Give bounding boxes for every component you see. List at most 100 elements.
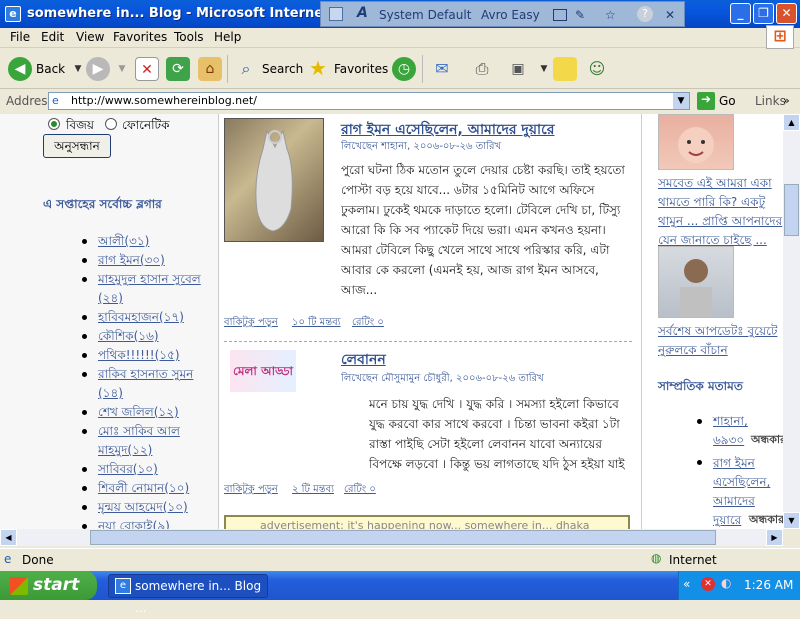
toolbar: ◀ Back ▼ ▶ ▼ ✕ ⟳ ⌂ ⌕ Search ★ Favorites … [0, 49, 800, 89]
radio-phonetic[interactable] [105, 118, 117, 130]
back-arrow-icon[interactable]: ◀ [8, 57, 32, 81]
horizontal-scrollbar[interactable]: ◀ ▶ [0, 529, 783, 546]
horizontal-scroll-thumb[interactable] [90, 530, 716, 545]
search-icon[interactable]: ⌕ [234, 57, 258, 81]
bullet [82, 429, 87, 434]
discuss-icon[interactable] [553, 57, 577, 81]
langbar-grip-icon[interactable] [329, 7, 343, 21]
language-bar: A System Default Avro Easy ✎ ☆ ? ✕ [320, 1, 685, 27]
star-icon[interactable]: ☆ [605, 8, 616, 22]
comments-1[interactable]: ১০ টি মন্তব্য [292, 315, 341, 332]
post-image-cat-pendant[interactable] [224, 118, 324, 242]
menu-favorites[interactable]: Favorites [113, 30, 167, 44]
back-label[interactable]: Back [36, 62, 65, 76]
start-button[interactable]: start [0, 571, 97, 600]
bullet [82, 353, 87, 358]
home-icon[interactable]: ⌂ [198, 57, 222, 81]
read-more-1[interactable]: বাকিটুকু পড়ুন [224, 315, 278, 332]
favorites-label[interactable]: Favorites [334, 62, 388, 76]
rating-2[interactable]: রেটিং ০ [344, 482, 376, 499]
latest-update-caption[interactable]: সর্বশেষ আপডেটঃ বুয়েটে নুরুলকে বাঁচান [658, 322, 783, 360]
rating-1[interactable]: রেটিং ০ [352, 315, 384, 332]
links-chevron-icon[interactable]: » [783, 94, 790, 107]
search-button[interactable]: অনুসন্ধান [43, 134, 111, 158]
taskbar-ie-window[interactable]: e somewhere in... Blog ... [108, 574, 268, 615]
menu-tools[interactable]: Tools [174, 30, 204, 44]
blogger-list-item: পথিক!!!!!!(১৫) [82, 346, 215, 365]
keyboard-icon[interactable]: A [357, 5, 368, 21]
go-arrow-icon[interactable]: ➜ [697, 92, 715, 110]
links-label[interactable]: Links [755, 94, 786, 108]
vertical-scrollbar[interactable]: ▲ ▼ [783, 114, 800, 529]
bullet [697, 460, 702, 465]
avro-icon[interactable]: ◐ [721, 576, 731, 590]
bullet [82, 315, 87, 320]
scroll-right-icon[interactable]: ▶ [766, 529, 783, 546]
help-icon[interactable]: ? [637, 6, 653, 22]
blogger-link[interactable]: হাবিবমহাজন(১৭) [98, 310, 184, 324]
bullet [82, 410, 87, 415]
menu-view[interactable]: View [76, 30, 104, 44]
post-author-1[interactable]: লিখেছেন শাহানা, ২০০৬-০৮-২৬ তারিখ [341, 139, 501, 156]
langbar-close-icon[interactable]: ✕ [665, 8, 675, 22]
blogger-link[interactable]: কৌশিক(১৬) [98, 329, 159, 343]
minimize-button[interactable]: _ [730, 3, 751, 24]
read-more-2[interactable]: বাকিটুকু পড়ুন [224, 482, 278, 499]
favorites-star-icon[interactable]: ★ [306, 56, 330, 80]
internet-zone-icon: ◍ [651, 551, 662, 565]
blogger-list-item: রাকিব হাসনাত সুমন (১৪) [82, 365, 215, 403]
edit-page-icon[interactable]: ▣ [506, 57, 530, 81]
menu-file[interactable]: File [10, 30, 30, 44]
blogger-link[interactable]: রাগ ইমন(৩০) [98, 253, 165, 267]
blogger-link[interactable]: শেখ জলিল(১২) [98, 405, 179, 419]
blogger-link[interactable]: পথিক!!!!!!(১৫) [98, 348, 180, 362]
forward-dropdown-icon[interactable]: ▼ [110, 57, 134, 81]
post-title-2[interactable]: লেবানন [341, 348, 386, 372]
go-button[interactable]: Go [719, 94, 736, 108]
keyboard-label[interactable]: Avro Easy [481, 8, 540, 22]
tray-expand-icon[interactable]: « [683, 577, 690, 591]
post-image-mela-adda[interactable]: মেলা আড্ডা [230, 350, 296, 392]
blogger-link[interactable]: মোঃ সাকিব আল মাহমুদ(১২) [98, 424, 180, 457]
maximize-button[interactable]: ❐ [753, 3, 774, 24]
print-icon[interactable]: ⎙ [470, 57, 494, 81]
layout-viewer-icon[interactable] [553, 9, 567, 21]
blogger-link[interactable]: মাহমুদুল হাসান সুবেল (২৪) [98, 272, 201, 305]
blogger-link[interactable]: আলী(৩১) [98, 234, 149, 248]
security-alert-icon[interactable]: ✕ [701, 577, 715, 591]
messenger-icon[interactable]: ☺ [585, 57, 609, 81]
forward-arrow-icon[interactable]: ▶ [86, 57, 110, 81]
tools-icon[interactable]: ✎ [575, 8, 585, 22]
scroll-up-icon[interactable]: ▲ [783, 114, 800, 131]
scroll-left-icon[interactable]: ◀ [0, 529, 17, 546]
blogger-list-item: মোঃ সাকিব আল মাহমুদ(১২) [82, 422, 215, 460]
blogger-link[interactable]: রাকিব হাসনাত সুমন (১৪) [98, 367, 193, 400]
post-author-2[interactable]: লিখেছেন মৌসুমামুন চৌধুরী, ২০০৬-০৮-২৬ তার… [341, 371, 544, 388]
menu-help[interactable]: Help [214, 30, 241, 44]
baby-photo[interactable] [658, 114, 734, 170]
comments-2[interactable]: ২ টি মন্তব্য [292, 482, 334, 499]
blogger-link[interactable]: মৃন্ময় আহমেদ(১০) [98, 500, 188, 514]
blogger-link[interactable]: শিবলী নোমান(১০) [98, 481, 189, 495]
bullet [82, 505, 87, 510]
stop-icon[interactable]: ✕ [135, 57, 159, 81]
advertisement-banner[interactable]: advertisement: it's happening now... som… [224, 515, 630, 529]
vertical-scroll-thumb[interactable] [784, 184, 799, 236]
menu-edit[interactable]: Edit [41, 30, 64, 44]
address-input[interactable]: e http://www.somewhereinblog.net/ ▼ [48, 92, 690, 110]
refresh-icon[interactable]: ⟳ [166, 57, 190, 81]
blogger-link[interactable]: সাবিবর(১০) [98, 462, 158, 476]
radio-bijoy[interactable] [48, 118, 60, 130]
mail-icon[interactable]: ✉ [430, 57, 454, 81]
search-label[interactable]: Search [262, 62, 303, 76]
layout-label[interactable]: System Default [379, 8, 471, 22]
close-button[interactable]: ✕ [776, 3, 797, 24]
bullet [82, 258, 87, 263]
person-photo[interactable] [658, 246, 734, 318]
status-text: Done [22, 553, 54, 567]
address-dropdown-icon[interactable]: ▼ [673, 93, 689, 109]
history-icon[interactable]: ◷ [392, 57, 416, 81]
campaign-caption[interactable]: সমবেত এই আমরা একা থামতে পারি কি? একটু থা… [658, 174, 783, 250]
blogger-link[interactable]: নয়া বোকাই(৯) [98, 519, 170, 529]
scroll-down-icon[interactable]: ▼ [783, 512, 800, 529]
